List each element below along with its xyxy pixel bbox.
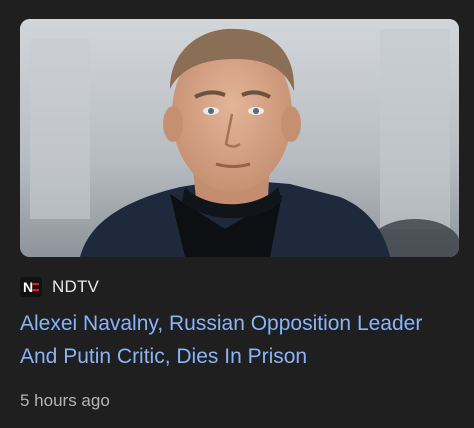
- news-card[interactable]: N NDTV Alexei Navalny, Russian Oppositio…: [0, 0, 474, 428]
- source-name: NDTV: [52, 277, 100, 296]
- ndtv-logo-icon: N: [20, 277, 42, 297]
- portrait-photo: [20, 19, 459, 257]
- timestamp: 5 hours ago: [20, 391, 110, 410]
- headline-link[interactable]: Alexei Navalny, Russian Opposition Leade…: [20, 307, 460, 373]
- news-source[interactable]: N NDTV: [20, 276, 99, 298]
- logo-letter: N: [23, 280, 33, 294]
- news-thumbnail[interactable]: [20, 19, 459, 257]
